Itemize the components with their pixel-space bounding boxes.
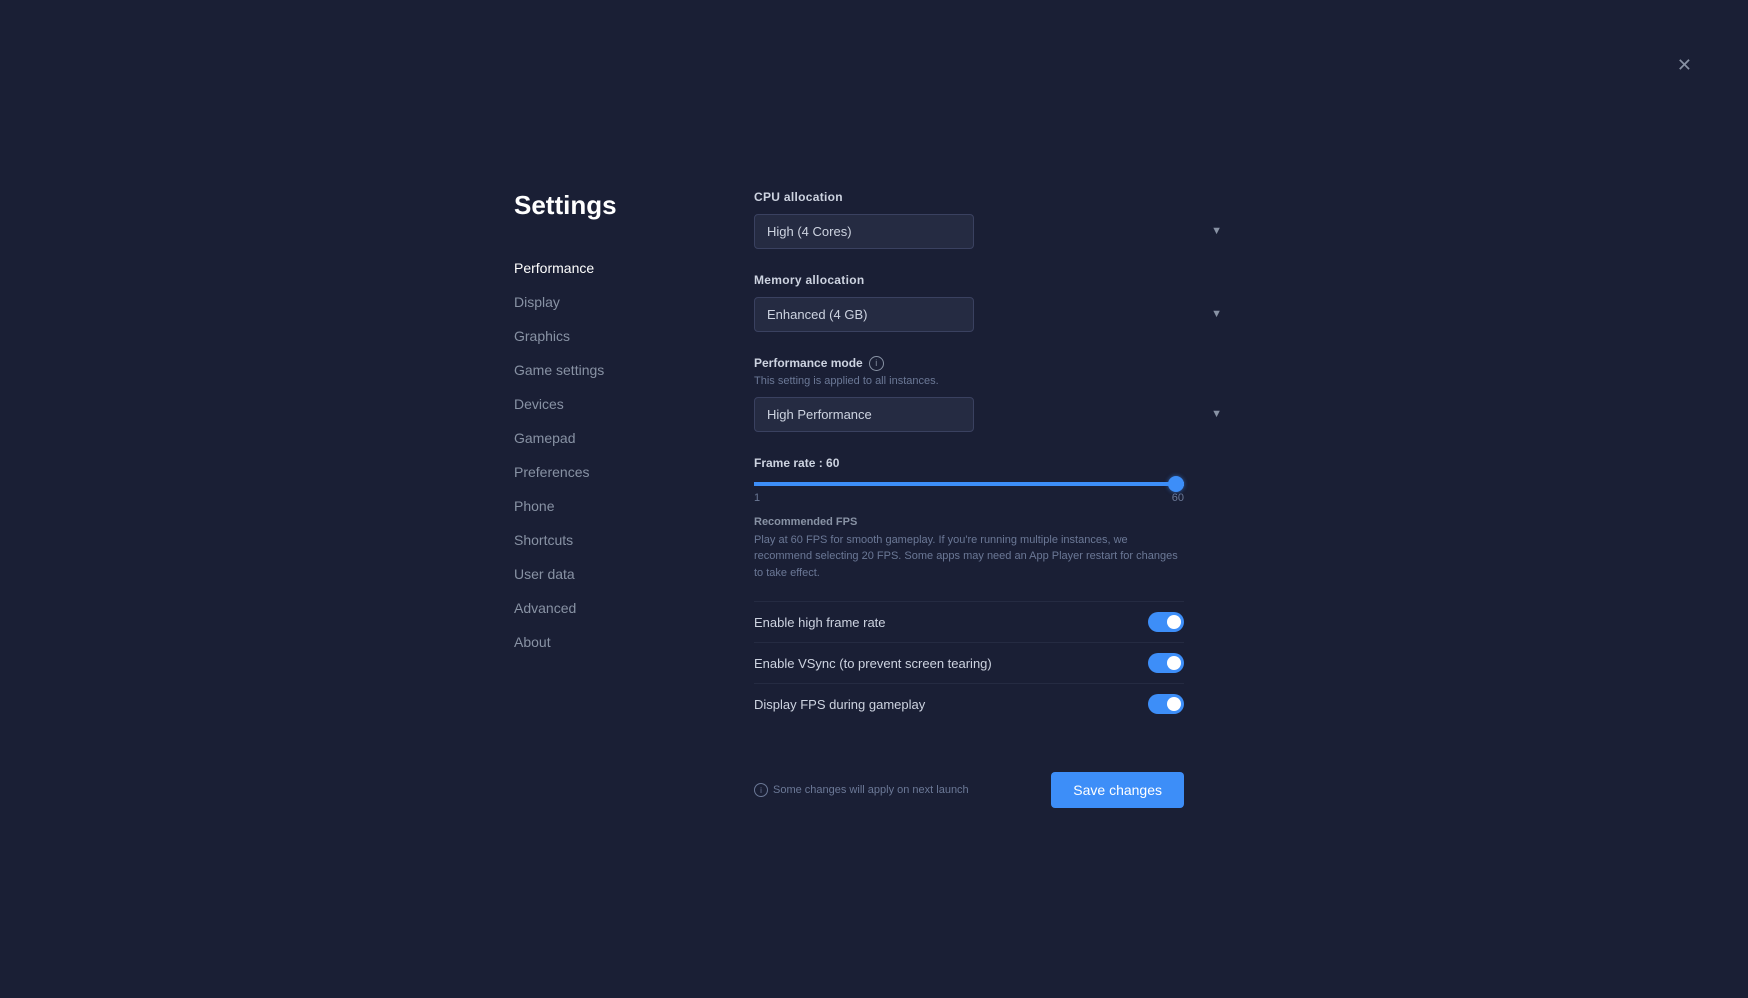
settings-container: Settings PerformanceDisplayGraphicsGame … <box>514 160 1234 839</box>
toggles-section: Enable high frame rate Enable VSync (to p… <box>754 601 1234 724</box>
cpu-allocation-label: CPU allocation <box>754 190 1234 204</box>
sidebar-item-display[interactable]: Display <box>514 285 714 319</box>
toggle-label-display-fps: Display FPS during gameplay <box>754 697 925 712</box>
toggle-row-vsync: Enable VSync (to prevent screen tearing) <box>754 642 1184 683</box>
sidebar-item-phone[interactable]: Phone <box>514 489 714 523</box>
save-button[interactable]: Save changes <box>1051 772 1184 808</box>
main-content: CPU allocation Low (1 Core)Medium (2 Cor… <box>714 190 1234 809</box>
footer-note: i Some changes will apply on next launch <box>754 783 969 797</box>
performance-mode-label: Performance mode <box>754 356 863 370</box>
perf-select-arrow: ▼ <box>1211 408 1222 420</box>
toggle-row-high-frame-rate: Enable high frame rate <box>754 601 1184 642</box>
cpu-allocation-wrapper: Low (1 Core)Medium (2 Cores)High (4 Core… <box>754 214 1234 249</box>
toggle-label-high-frame-rate: Enable high frame rate <box>754 615 886 630</box>
sidebar-item-graphics[interactable]: Graphics <box>514 319 714 353</box>
toggle-label-vsync: Enable VSync (to prevent screen tearing) <box>754 656 992 671</box>
slider-labels: 1 60 <box>754 492 1184 504</box>
sidebar-item-user-data[interactable]: User data <box>514 557 714 591</box>
sidebar-item-devices[interactable]: Devices <box>514 387 714 421</box>
sidebar-item-about[interactable]: About <box>514 625 714 659</box>
memory-allocation-wrapper: Low (1 GB)Medium (2 GB)High (3 GB)Enhanc… <box>754 297 1234 332</box>
sidebar-item-game-settings[interactable]: Game settings <box>514 353 714 387</box>
slider-max-label: 60 <box>1172 492 1184 504</box>
memory-allocation-label: Memory allocation <box>754 273 1234 287</box>
recommended-fps-text: Play at 60 FPS for smooth gameplay. If y… <box>754 532 1184 582</box>
toggle-vsync[interactable] <box>1148 653 1184 673</box>
toggle-slider-display-fps <box>1148 694 1184 714</box>
footer: i Some changes will apply on next launch… <box>754 752 1184 808</box>
performance-mode-info-icon[interactable]: i <box>869 356 884 371</box>
memory-select-arrow: ▼ <box>1211 308 1222 320</box>
toggle-high-frame-rate[interactable] <box>1148 612 1184 632</box>
performance-mode-wrapper: Battery SavingBalancedHigh PerformanceCu… <box>754 397 1234 432</box>
toggle-row-display-fps: Display FPS during gameplay <box>754 683 1184 724</box>
sidebar-nav: PerformanceDisplayGraphicsGame settingsD… <box>514 251 714 659</box>
toggle-slider-high-frame-rate <box>1148 612 1184 632</box>
recommended-fps-title: Recommended FPS <box>754 516 1234 528</box>
memory-allocation-select[interactable]: Low (1 GB)Medium (2 GB)High (3 GB)Enhanc… <box>754 297 974 332</box>
frame-rate-label: Frame rate : 60 <box>754 456 1234 470</box>
sidebar: Settings PerformanceDisplayGraphicsGame … <box>514 190 714 809</box>
frame-rate-slider[interactable] <box>754 482 1184 486</box>
footer-info-icon: i <box>754 783 768 797</box>
sidebar-item-shortcuts[interactable]: Shortcuts <box>514 523 714 557</box>
toggle-display-fps[interactable] <box>1148 694 1184 714</box>
slider-min-label: 1 <box>754 492 760 504</box>
frame-rate-slider-wrapper <box>754 482 1234 486</box>
sidebar-item-advanced[interactable]: Advanced <box>514 591 714 625</box>
toggle-slider-vsync <box>1148 653 1184 673</box>
performance-mode-select[interactable]: Battery SavingBalancedHigh PerformanceCu… <box>754 397 974 432</box>
performance-mode-header: Performance mode i <box>754 356 1234 371</box>
sidebar-item-gamepad[interactable]: Gamepad <box>514 421 714 455</box>
sidebar-item-preferences[interactable]: Preferences <box>514 455 714 489</box>
footer-note-text: Some changes will apply on next launch <box>773 784 969 796</box>
close-button[interactable]: ✕ <box>1673 52 1696 78</box>
sidebar-item-performance[interactable]: Performance <box>514 251 714 285</box>
cpu-allocation-select[interactable]: Low (1 Core)Medium (2 Cores)High (4 Core… <box>754 214 974 249</box>
recommended-fps: Recommended FPS Play at 60 FPS for smoot… <box>754 516 1234 582</box>
frame-rate-section: Frame rate : 60 1 60 Recommended FPS Pla… <box>754 456 1234 582</box>
performance-mode-hint: This setting is applied to all instances… <box>754 375 1234 387</box>
settings-title: Settings <box>514 190 714 221</box>
cpu-select-arrow: ▼ <box>1211 225 1222 237</box>
